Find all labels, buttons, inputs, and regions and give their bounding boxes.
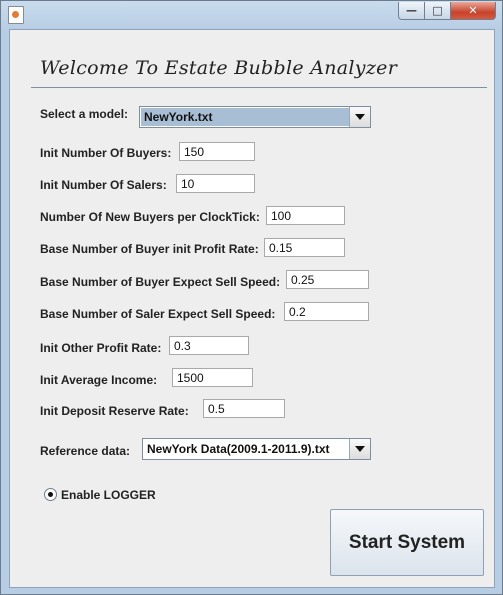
buyer-sell-speed-input[interactable]: 0.25: [286, 270, 369, 289]
window-controls: — □ ✕: [398, 2, 496, 20]
chevron-down-icon[interactable]: [349, 439, 370, 459]
new-buyers-input[interactable]: 100: [266, 206, 345, 225]
init-salers-input[interactable]: 10: [176, 174, 255, 193]
init-buyers-input[interactable]: 150: [179, 142, 255, 161]
buyer-profit-rate-label: Base Number of Buyer init Profit Rate:: [40, 242, 259, 256]
title-separator: [31, 87, 487, 88]
average-income-input[interactable]: 1500: [172, 368, 253, 387]
deposit-reserve-label: Init Deposit Reserve Rate:: [40, 404, 189, 418]
start-system-button[interactable]: Start System: [330, 509, 484, 576]
app-window: — □ ✕ Welcome To Estate Bubble Analyzer …: [0, 0, 503, 595]
other-profit-rate-input[interactable]: 0.3: [169, 336, 249, 355]
init-buyers-label: Init Number Of Buyers:: [40, 146, 172, 160]
model-label: Select a model:: [40, 107, 129, 121]
init-salers-label: Init Number Of Salers:: [40, 178, 167, 192]
reference-select-value: NewYork Data(2009.1-2011.9).txt: [147, 442, 330, 456]
average-income-label: Init Average Income:: [40, 373, 158, 387]
saler-sell-speed-label: Base Number of Saler Expect Sell Speed:: [40, 307, 276, 321]
logger-label[interactable]: Enable LOGGER: [61, 488, 156, 502]
buyer-profit-rate-input[interactable]: 0.15: [264, 238, 345, 257]
maximize-button[interactable]: □: [425, 2, 451, 20]
saler-sell-speed-input[interactable]: 0.2: [284, 302, 369, 321]
page-title: Welcome To Estate Bubble Analyzer: [40, 57, 398, 79]
main-panel: Welcome To Estate Bubble Analyzer Select…: [9, 29, 495, 588]
other-profit-rate-label: Init Other Profit Rate:: [40, 341, 162, 355]
title-bar[interactable]: — □ ✕: [1, 1, 502, 29]
reference-select[interactable]: NewYork Data(2009.1-2011.9).txt: [142, 438, 371, 460]
chevron-down-icon[interactable]: [349, 107, 370, 127]
deposit-reserve-input[interactable]: 0.5: [203, 399, 285, 418]
minimize-button[interactable]: —: [398, 2, 425, 20]
new-buyers-label: Number Of New Buyers per ClockTick:: [40, 210, 260, 224]
java-app-icon: [8, 6, 24, 24]
buyer-sell-speed-label: Base Number of Buyer Expect Sell Speed:: [40, 275, 281, 289]
logger-radio[interactable]: [44, 488, 57, 501]
reference-label: Reference data:: [40, 444, 131, 458]
close-button[interactable]: ✕: [451, 2, 496, 20]
model-select[interactable]: NewYork.txt: [139, 106, 371, 128]
model-select-value: NewYork.txt: [141, 108, 349, 126]
